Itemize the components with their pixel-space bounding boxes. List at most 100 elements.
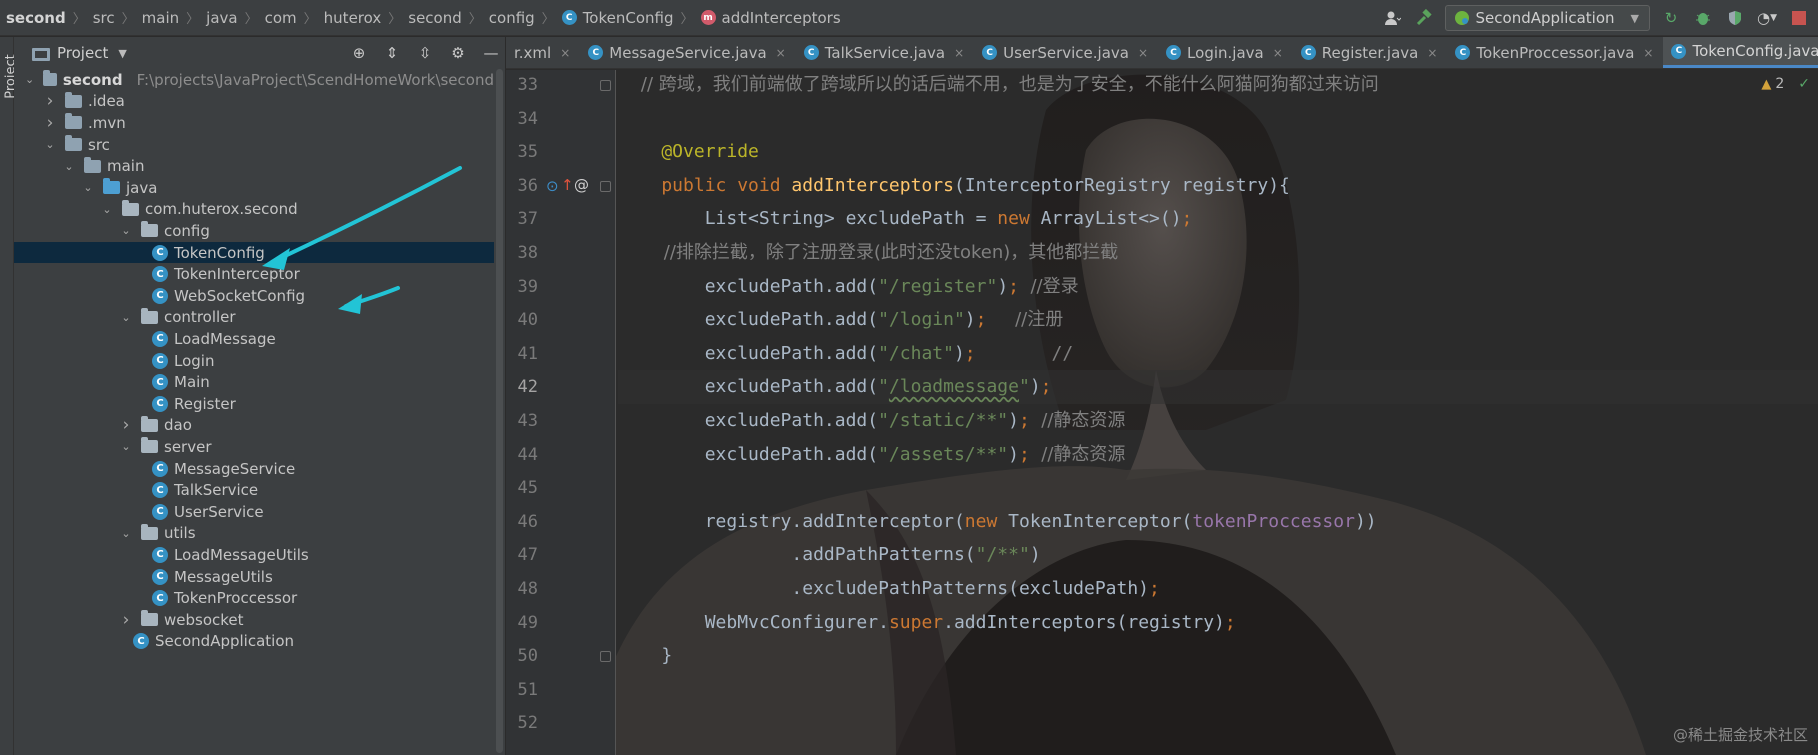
close-icon[interactable]: × <box>560 46 570 60</box>
tree-item--mvn[interactable]: › .mvn <box>14 112 494 134</box>
code-line[interactable]: @Override <box>618 135 1818 169</box>
tree-item-main[interactable]: ⌄ main <box>14 155 494 177</box>
tree-item-java[interactable]: ⌄ java <box>14 177 494 199</box>
code-line[interactable]: excludePath.add("/assets/**"); //静态资源 <box>618 438 1818 472</box>
chevron-down-icon[interactable]: ⌄ <box>100 203 114 216</box>
close-icon[interactable]: × <box>1138 46 1148 60</box>
tree-item-tokenconfig[interactable]: C TokenConfig <box>14 241 494 264</box>
tree-item-src[interactable]: ⌄ src <box>14 134 494 156</box>
tree-item-dao[interactable]: › dao <box>14 415 494 437</box>
code-line[interactable]: WebMvcConfigurer.super.addInterceptors(r… <box>618 606 1818 640</box>
tree-item-register[interactable]: C Register <box>14 393 494 415</box>
code-line[interactable] <box>618 471 1818 505</box>
code-line[interactable]: excludePath.add("/login"); //注册 <box>618 303 1818 337</box>
code-line[interactable] <box>618 102 1818 136</box>
tab-tokenconfig-java[interactable]: C TokenConfig.java <box>1663 37 1818 68</box>
breadcrumb-item[interactable]: C TokenConfig <box>561 9 674 27</box>
breadcrumb-item[interactable]: second <box>6 9 66 27</box>
code-line[interactable]: excludePath.add("/static/**"); //静态资源 <box>618 404 1818 438</box>
breadcrumb-item[interactable]: m addInterceptors <box>700 9 841 27</box>
code-area[interactable]: // 跨域，我们前端做了跨域所以的话后端不用，也是为了安全，不能什么阿猫阿狗都过… <box>618 70 1818 755</box>
tree-item-userservice[interactable]: C UserService <box>14 501 494 523</box>
coverage-shield-icon[interactable] <box>1724 7 1746 29</box>
breadcrumb-item[interactable]: java <box>206 9 237 27</box>
code-line[interactable]: .excludePathPatterns(excludePath); <box>618 572 1818 606</box>
tree-item-second[interactable]: ⌄ second F:\projects\JavaProject\ScendHome… <box>14 69 494 91</box>
tree-item-utils[interactable]: ⌄ utils <box>14 523 494 545</box>
project-panel-title[interactable]: Project <box>57 44 108 62</box>
locate-crosshair-icon[interactable]: ⊕ <box>349 43 369 63</box>
breadcrumb-item[interactable]: second <box>408 9 462 27</box>
tab-register-java[interactable]: C Register.java × <box>1293 37 1448 68</box>
breadcrumb-item[interactable]: config <box>489 9 535 27</box>
chevron-down-icon[interactable]: ⌄ <box>119 311 133 324</box>
close-icon[interactable]: × <box>1273 46 1283 60</box>
fold-marker-icon[interactable] <box>600 180 611 192</box>
chevron-right-icon[interactable]: › <box>119 610 133 630</box>
project-panel-scrollbar[interactable] <box>496 69 503 753</box>
tree-item-loadmessage[interactable]: C LoadMessage <box>14 328 494 350</box>
expand-all-icon[interactable]: ⇕ <box>382 43 402 63</box>
close-icon[interactable]: × <box>1427 46 1437 60</box>
tab-messageservice-java[interactable]: C MessageService.java × <box>580 37 795 68</box>
code-line[interactable]: excludePath.add("/chat"); // <box>618 337 1818 371</box>
chevron-down-icon[interactable]: ⌄ <box>119 527 133 540</box>
tree-item-tokenproccessor[interactable]: C TokenProccessor <box>14 587 494 609</box>
minimize-icon[interactable]: — <box>481 43 501 63</box>
tree-item-messageservice[interactable]: C MessageService <box>14 458 494 480</box>
chevron-right-icon[interactable]: › <box>43 113 57 133</box>
inspection-widget[interactable]: ▲ 2 ✓ <box>1761 76 1810 92</box>
chevron-down-icon[interactable]: ⌄ <box>43 138 57 151</box>
tree-item-secondapplication[interactable]: C SecondApplication <box>14 631 494 653</box>
chevron-down-icon[interactable]: ▼ <box>118 47 126 60</box>
overrides-method-icon[interactable]: ⊙ <box>546 177 559 195</box>
breadcrumb-item[interactable]: huterox <box>324 9 382 27</box>
tree-item-messageutils[interactable]: C MessageUtils <box>14 566 494 588</box>
close-icon[interactable]: × <box>954 46 964 60</box>
tab-tokenproccessor-java[interactable]: C TokenProccessor.java × <box>1447 37 1663 68</box>
close-icon[interactable]: × <box>776 46 786 60</box>
tree-item-tokeninterceptor[interactable]: C TokenInterceptor <box>14 263 494 285</box>
code-line[interactable]: excludePath.add("/register"); //登录 <box>618 270 1818 304</box>
chevron-down-icon[interactable]: ⌄ <box>119 440 133 453</box>
rerun-icon[interactable]: ↻ <box>1660 7 1682 29</box>
fold-marker-icon[interactable] <box>600 80 611 91</box>
tree-item-loadmessageutils[interactable]: C LoadMessageUtils <box>14 544 494 566</box>
code-line[interactable]: .addPathPatterns("/**") <box>618 538 1818 572</box>
code-line[interactable]: registry.addInterceptor(new TokenInterce… <box>618 505 1818 539</box>
code-editor[interactable]: 33 34 35 36 37 38 39 40 41 42 43 44 45 46 47 48 49 50 51 52… <box>506 70 1818 755</box>
tree-item-websocketconfig[interactable]: C WebSocketConfig <box>14 285 494 307</box>
chevron-down-icon[interactable]: ⌄ <box>81 181 95 194</box>
tab-login-java[interactable]: C Login.java × <box>1158 37 1293 68</box>
code-line[interactable] <box>618 706 1818 740</box>
code-line[interactable] <box>618 673 1818 707</box>
code-line[interactable]: // 跨域，我们前端做了跨域所以的话后端不用，也是为了安全，不能什么阿猫阿狗都过… <box>618 70 1818 102</box>
tree-item-login[interactable]: C Login <box>14 350 494 372</box>
breadcrumb-item[interactable]: com <box>265 9 297 27</box>
close-icon[interactable]: × <box>1643 46 1653 60</box>
profiler-icon[interactable]: ◔ ▼ <box>1756 7 1778 29</box>
tree-item-websocket[interactable]: › websocket <box>14 609 494 631</box>
tree-item-controller[interactable]: ⌄ controller <box>14 307 494 329</box>
tree-item--idea[interactable]: › .idea <box>14 91 494 113</box>
code-line[interactable]: excludePath.add("/loadmessage"); <box>618 370 1818 405</box>
breadcrumb-item[interactable]: main <box>142 9 179 27</box>
code-line[interactable]: } <box>618 639 1818 673</box>
code-line[interactable]: //排除拦截，除了注册登录(此时还没token)，其他都拦截 <box>618 236 1818 270</box>
chevron-right-icon[interactable]: › <box>119 415 133 435</box>
stop-icon[interactable] <box>1788 7 1810 29</box>
gear-icon[interactable]: ⚙ <box>448 43 468 63</box>
code-line[interactable]: List<String> excludePath = new ArrayList… <box>618 202 1818 236</box>
fold-marker-icon[interactable] <box>600 651 611 663</box>
tree-item-talkservice[interactable]: C TalkService <box>14 479 494 501</box>
build-hammer-icon[interactable] <box>1413 7 1435 29</box>
chevron-down-icon[interactable]: ⌄ <box>24 73 35 86</box>
annotation-icon[interactable]: @ <box>574 176 589 194</box>
tree-item-config[interactable]: ⌄ config <box>14 220 494 242</box>
tree-item-main[interactable]: C Main <box>14 371 494 393</box>
user-icon[interactable] <box>1381 7 1403 29</box>
tab-userservice-java[interactable]: C UserService.java × <box>974 37 1158 68</box>
chevron-down-icon[interactable]: ⌄ <box>62 160 76 173</box>
tab-r-xml[interactable]: r.xml × <box>506 37 580 68</box>
run-configuration-select[interactable]: SecondApplication ▼ <box>1444 5 1650 31</box>
